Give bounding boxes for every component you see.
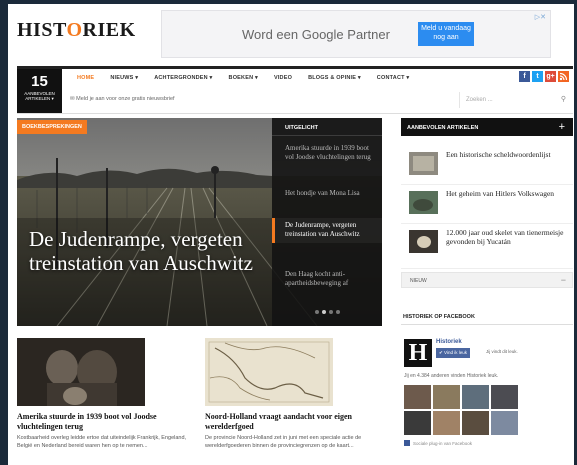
ad-choices-icon[interactable]: ▷✕ (535, 13, 546, 21)
page: HISTORIEK Word een Google Partner Meld u… (8, 4, 574, 465)
ad-text: Word een Google Partner (242, 27, 390, 42)
nav-item-contact[interactable]: CONTACT ▾ (369, 75, 418, 81)
slider-dots (315, 310, 340, 314)
sidebar-thumbnail[interactable] (409, 152, 438, 175)
expand-icon[interactable]: + (559, 121, 565, 133)
googleplus-icon[interactable]: g+ (545, 71, 556, 82)
ad-banner[interactable]: Word een Google Partner Meld u vandaag n… (161, 10, 551, 58)
site-logo[interactable]: HISTORIEK (17, 19, 136, 42)
article-excerpt: De provincie Noord-Holland zet in juni m… (205, 435, 362, 450)
facebook-heading: HISTORIEK OP FACEBOOK (401, 310, 573, 325)
facebook-icon (404, 440, 410, 446)
newsletter-link[interactable]: ✉ Meld je aan voor onze gratis nieuwsbri… (70, 96, 175, 102)
nav-item-video[interactable]: VIDEO (266, 75, 300, 81)
search-icon[interactable]: ⚲ (561, 92, 566, 108)
recommended-count-box[interactable]: 15 AANBEVOLEN ARTIKELEN ▾ (17, 69, 62, 113)
avatar[interactable] (433, 385, 460, 409)
facebook-plugin-note: Sociale plug-in van Facebook (404, 440, 472, 446)
article-thumbnail[interactable] (205, 338, 333, 406)
sidebar-article[interactable]: 12.000 jaar oud skelet van tienermeisje … (401, 224, 573, 269)
new-label: NIEUW (410, 278, 427, 284)
facebook-page-name[interactable]: Historiek (436, 339, 462, 345)
search-input[interactable]: Zoeken ... ⚲ (459, 92, 570, 108)
facebook-faces (404, 385, 524, 435)
slider-dot[interactable] (329, 310, 333, 314)
rss-icon[interactable] (558, 71, 569, 82)
slider-dot[interactable] (322, 310, 326, 314)
hero-slider[interactable]: BOEKBESPREKINGEN De Judenrampe, vergeten… (17, 118, 382, 326)
twitter-icon[interactable]: t (532, 71, 543, 82)
slider-dot[interactable] (315, 310, 319, 314)
article-thumbnail[interactable] (17, 338, 145, 406)
article-card[interactable]: Amerika stuurde in 1939 boot vol Joodse … (17, 338, 192, 451)
avatar[interactable] (433, 411, 460, 435)
sidebar-article-title[interactable]: Een historische scheldwoordenlijst (446, 150, 566, 159)
search-placeholder: Zoeken ... (466, 97, 493, 103)
avatar[interactable] (404, 385, 431, 409)
social-icons: f t g+ (519, 71, 569, 82)
avatar[interactable] (462, 385, 489, 409)
featured-panel: UITGELICHT Amerika stuurde in 1939 boot … (272, 118, 382, 326)
article-card[interactable]: Noord-Holland vraagt aandacht voor eigen… (205, 338, 380, 451)
nav-item-nieuws[interactable]: NIEUWS ▾ (102, 75, 146, 81)
sidebar-heading: AANBEVOLEN ARTIKELEN + (401, 118, 573, 136)
recommended-count: 15 (31, 73, 48, 90)
facebook-icon[interactable]: f (519, 71, 530, 82)
recommended-caption: AANBEVOLEN ARTIKELEN ▾ (24, 91, 55, 102)
article-excerpt: Kostbaarheid overleg leidde ertoe dat ui… (17, 435, 187, 450)
historiek-logo-icon[interactable]: H (404, 339, 432, 367)
collapse-icon[interactable]: − (561, 275, 566, 285)
main-menu: HOME NIEUWS ▾ ACHTERGRONDEN ▾ BOEKEN ▾ V… (69, 75, 417, 81)
featured-item[interactable]: Den Haag kocht anti-apartheidsbeweging a… (272, 270, 382, 288)
facebook-plugin-label: Sociale plug-in van Facebook (413, 441, 473, 446)
sidebar-thumbnail[interactable] (409, 191, 438, 214)
avatar[interactable] (491, 385, 518, 409)
facebook-like-note: Jij vindt dit leuk. (486, 349, 518, 354)
nav-item-achtergronden[interactable]: ACHTERGRONDEN ▾ (146, 75, 220, 81)
featured-heading: UITGELICHT (272, 118, 382, 136)
slider-dot[interactable] (336, 310, 340, 314)
sidebar-article[interactable]: Het geheim van Hitlers Volkswagen (401, 185, 573, 224)
facebook-like-button[interactable]: ✔ Vind ik leuk (436, 348, 470, 358)
sidebar: AANBEVOLEN ARTIKELEN + Een historische s… (401, 118, 573, 465)
hero-title[interactable]: De Judenrampe, vergeten treinstation van… (29, 227, 269, 275)
new-section-toggle[interactable]: NIEUW − (401, 272, 573, 288)
ad-signup-button[interactable]: Meld u vandaag nog aan (418, 22, 474, 46)
main-navbar: 15 AANBEVOLEN ARTIKELEN ▾ HOME NIEUWS ▾ … (17, 66, 573, 114)
featured-item[interactable]: Het hondje van Mona Lisa (272, 189, 382, 198)
featured-item[interactable]: Amerika stuurde in 1939 boot vol Joodse … (272, 144, 382, 162)
sidebar-heading-label: AANBEVOLEN ARTIKELEN (407, 125, 479, 131)
sidebar-thumbnail[interactable] (409, 230, 438, 253)
category-tag[interactable]: BOEKBESPREKINGEN (17, 120, 87, 134)
nav-item-boeken[interactable]: BOEKEN ▾ (221, 75, 266, 81)
avatar[interactable] (404, 411, 431, 435)
avatar[interactable] (462, 411, 489, 435)
nav-item-home[interactable]: HOME (69, 75, 102, 81)
featured-item-active[interactable]: De Judenrampe, vergeten treinstation van… (272, 218, 382, 243)
avatar[interactable] (491, 411, 518, 435)
nav-item-blogs-opinie[interactable]: BLOGS & OPINIE ▾ (300, 75, 369, 81)
sidebar-article[interactable]: Een historische scheldwoordenlijst (401, 146, 573, 185)
article-title[interactable]: Amerika stuurde in 1939 boot vol Joodse … (17, 412, 192, 431)
sidebar-article-title[interactable]: Het geheim van Hitlers Volkswagen (446, 189, 566, 198)
facebook-widget: H Historiek ✔ Vind ik leuk Jij vindt dit… (401, 325, 573, 465)
facebook-count: Jij en 4.384 anderen vinden Historiek le… (404, 373, 499, 379)
article-title[interactable]: Noord-Holland vraagt aandacht voor eigen… (205, 412, 380, 431)
sidebar-article-title[interactable]: 12.000 jaar oud skelet van tienermeisje … (446, 228, 566, 247)
